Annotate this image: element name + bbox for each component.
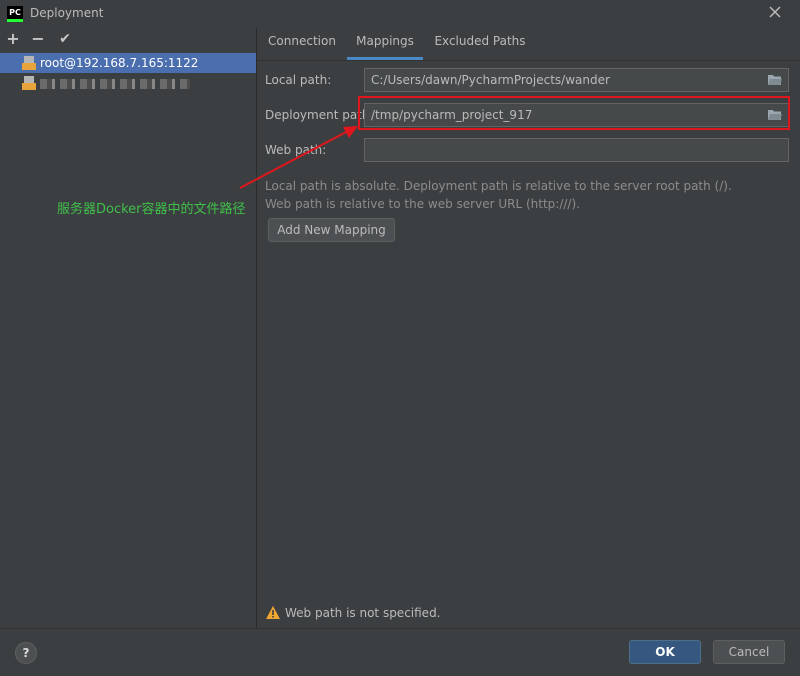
obscured-server-label <box>40 78 190 89</box>
title-bar: PC Deployment <box>0 0 800 28</box>
window-title: Deployment <box>30 6 104 20</box>
add-new-mapping-button[interactable]: Add New Mapping <box>268 218 395 242</box>
web-path-label: Web path: <box>265 143 327 157</box>
server-toolbar: + − ✔ <box>0 28 256 52</box>
tab-excluded-paths[interactable]: Excluded Paths <box>429 28 531 59</box>
local-path-label: Local path: <box>265 73 332 87</box>
tab-bar: Connection Mappings Excluded Paths <box>257 28 800 61</box>
ok-button[interactable]: OK <box>629 640 701 664</box>
close-icon[interactable] <box>768 5 782 19</box>
folder-browse-icon[interactable] <box>768 74 782 86</box>
path-hint-line1: Local path is absolute. Deployment path … <box>265 179 732 193</box>
warning-icon <box>266 606 280 619</box>
app-icon-label: PC <box>9 8 21 17</box>
server-panel: + − ✔ root@192.168.7.165:1122 <box>0 28 257 628</box>
sftp-server-icon <box>22 56 36 70</box>
sftp-server-icon <box>22 76 36 90</box>
server-item-label: root@192.168.7.165:1122 <box>40 56 199 70</box>
local-path-field[interactable]: C:/Users/dawn/PycharmProjects/wander <box>364 68 789 92</box>
pycharm-icon: PC <box>7 6 23 22</box>
web-path-field[interactable] <box>364 138 789 162</box>
remove-server-button[interactable]: − <box>30 31 46 47</box>
dialog-footer: ? OK Cancel <box>0 628 800 676</box>
path-hint-line2: Web path is relative to the web server U… <box>265 197 580 211</box>
annotation-text: 服务器Docker容器中的文件路径 <box>57 202 246 217</box>
deployment-path-highlight <box>358 96 790 130</box>
web-path-warning: Web path is not specified. <box>266 605 441 621</box>
tab-connection[interactable]: Connection <box>261 28 343 59</box>
local-path-value: C:/Users/dawn/PycharmProjects/wander <box>371 73 610 87</box>
warning-text: Web path is not specified. <box>285 606 441 620</box>
cancel-button[interactable]: Cancel <box>713 640 785 664</box>
apply-check-button[interactable]: ✔ <box>57 31 73 47</box>
server-list: root@192.168.7.165:1122 <box>0 53 256 93</box>
add-server-button[interactable]: + <box>5 31 21 47</box>
server-item-obscured[interactable] <box>0 73 256 93</box>
help-button[interactable]: ? <box>15 642 37 664</box>
server-item-root[interactable]: root@192.168.7.165:1122 <box>0 53 256 73</box>
tab-mappings[interactable]: Mappings <box>347 28 423 60</box>
